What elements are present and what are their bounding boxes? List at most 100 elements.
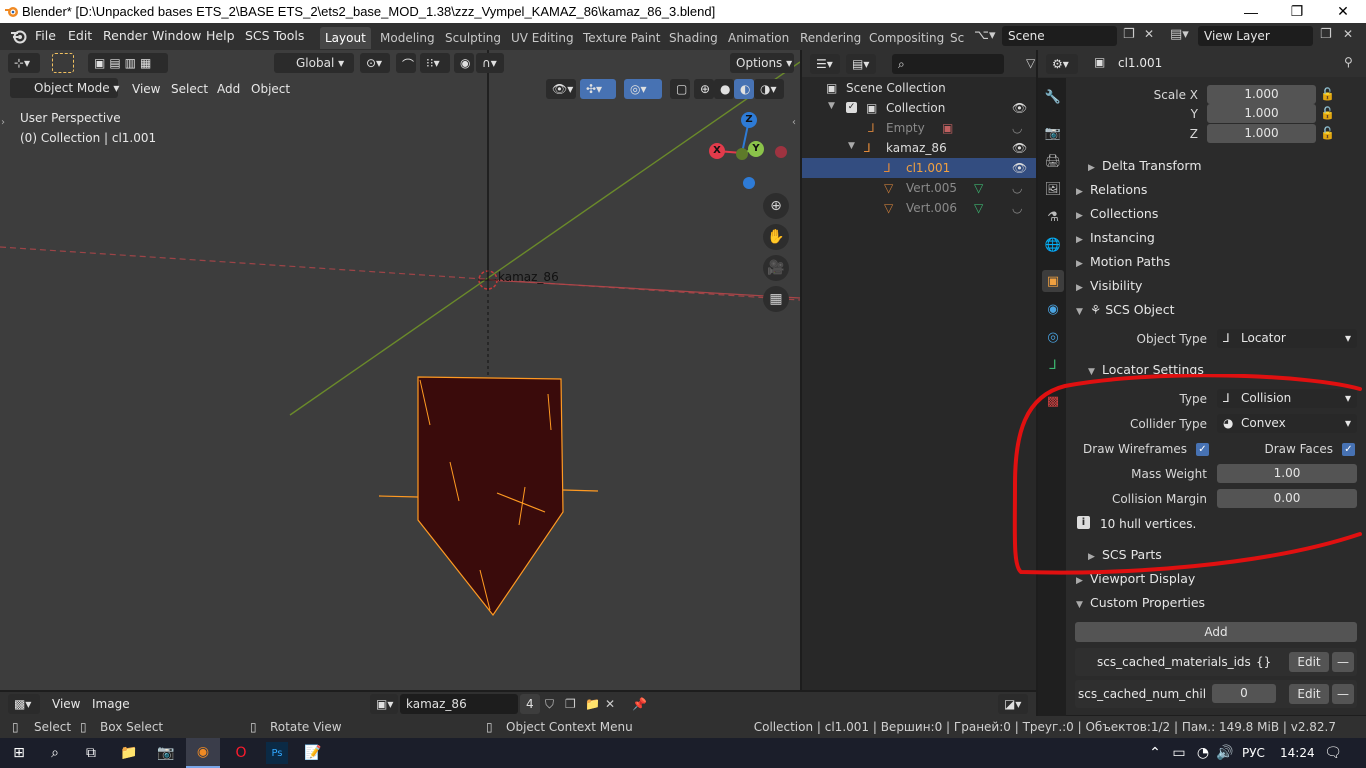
scene-field[interactable]: Scene <box>1002 26 1117 46</box>
tab-scripting[interactable]: Sc <box>945 27 969 49</box>
tab-modeling[interactable]: Modeling <box>375 27 440 49</box>
outliner-row-vert005[interactable]: ▽ Vert.005 ▽ ◡ <box>802 178 1036 198</box>
image-browse-icon[interactable]: ▣▾ <box>370 694 398 714</box>
lock-icon[interactable]: 🔓 <box>1320 106 1335 120</box>
properties-editor-type-button[interactable]: ⚙▾ <box>1046 54 1078 74</box>
scene-browse-icon[interactable]: ⌥▾ <box>974 28 996 43</box>
unlink-image-icon[interactable]: ✕ <box>605 697 615 711</box>
outliner-scene-collection[interactable]: ▣ Scene Collection <box>802 78 1036 98</box>
vp-menu-object[interactable]: Object <box>251 82 290 96</box>
battery-icon[interactable]: ▭ <box>1168 742 1190 764</box>
3d-viewport[interactable] <box>0 50 800 690</box>
scale-x-field[interactable]: 1.000 <box>1207 85 1316 104</box>
shading-wire-icon[interactable]: ⊕ <box>694 79 714 99</box>
section-custom-properties[interactable]: ▼ Custom Properties <box>1076 595 1205 610</box>
menu-edit[interactable]: Edit <box>68 28 92 43</box>
fake-user-shield-icon[interactable]: ⛉ <box>545 697 554 712</box>
constraint-tab-icon[interactable]: ⅃ <box>1042 354 1064 376</box>
image-menu-image[interactable]: Image <box>92 697 130 711</box>
search-icon[interactable]: ⌕ <box>44 742 66 764</box>
tab-shading[interactable]: Shading <box>664 27 723 49</box>
zoom-icon[interactable]: ⊕ <box>763 193 789 219</box>
eye-icon[interactable]: 👁 <box>1012 101 1027 115</box>
sidebar-toggle-icon[interactable]: ‹ <box>792 117 796 128</box>
menu-render[interactable]: Render <box>103 28 148 43</box>
checkbox-icon[interactable]: ✓ <box>846 102 857 113</box>
gizmo-x-axis[interactable]: X <box>709 143 725 159</box>
pin-icon[interactable]: 📌 <box>632 697 647 711</box>
eye-icon[interactable]: 👁 <box>1012 161 1027 175</box>
new-image-icon[interactable]: ❐ <box>565 697 576 711</box>
menu-help[interactable]: Help <box>206 28 235 43</box>
eye-closed-icon[interactable]: ◡ <box>1012 181 1022 195</box>
tab-sculpting[interactable]: Sculpting <box>440 27 506 49</box>
expand-arrow-icon[interactable]: ▼ <box>848 141 855 151</box>
falloff-dropdown[interactable]: ∩▾ <box>476 53 504 73</box>
view-layer-tab-icon[interactable]: 🖼 <box>1042 178 1064 200</box>
outliner-row-empty[interactable]: ⅃ Empty ▣ ◡ <box>802 118 1036 138</box>
output-tab-icon[interactable]: 🖨 <box>1042 150 1064 172</box>
clock[interactable]: 14:24 <box>1280 746 1315 760</box>
close-button[interactable]: ✕ <box>1320 0 1366 23</box>
opera-icon[interactable]: O <box>230 742 252 764</box>
volume-icon[interactable]: 🔊 <box>1214 742 1236 764</box>
remove-property-button[interactable]: — <box>1332 652 1354 672</box>
gizmo-y-axis[interactable]: Y <box>748 141 764 157</box>
outliner-row-cl1[interactable]: ⅃ cl1.001 👁 <box>802 158 1036 178</box>
gizmo-z-axis[interactable]: Z <box>741 112 757 128</box>
transform-orientation-dropdown[interactable]: Global ▾ <box>274 53 354 73</box>
section-relations[interactable]: ▶ Relations <box>1076 182 1147 197</box>
menu-scs-tools[interactable]: SCS Tools <box>245 28 304 43</box>
scene-close-icon[interactable]: ✕ <box>1144 27 1154 41</box>
pivot-point-dropdown[interactable]: ⊙▾ <box>360 53 390 73</box>
section-scs-object[interactable]: ▼ ⚘ SCS Object <box>1076 302 1174 317</box>
gizmo-toggle-icon[interactable]: ✣▾ <box>580 79 616 99</box>
proportional-edit-icon[interactable]: ◉ <box>454 53 474 73</box>
lock-icon[interactable]: 🔓 <box>1320 87 1335 101</box>
task-view-icon[interactable]: ⧉ <box>80 742 102 764</box>
toolbar-toggle-icon[interactable]: › <box>1 117 5 128</box>
snap-target-dropdown[interactable]: ⁝⁝▾ <box>420 53 450 73</box>
xray-toggle-icon[interactable]: ▢ <box>670 79 690 99</box>
editor-type-button[interactable]: ⊹▾ <box>8 53 40 73</box>
app-icon[interactable]: 📷 <box>155 742 177 764</box>
select-tool-button[interactable] <box>52 53 74 73</box>
blender-menu-icon[interactable] <box>10 28 27 44</box>
render-tab-icon[interactable]: 📷 <box>1042 122 1064 144</box>
modifier-tab-icon[interactable]: ◉ <box>1042 298 1064 320</box>
image-editor-type-button[interactable]: ▩▾ <box>8 694 40 714</box>
tray-chevron-icon[interactable]: ⌃ <box>1144 742 1166 764</box>
section-collections[interactable]: ▶ Collections <box>1076 206 1158 221</box>
menu-window[interactable]: Window <box>152 28 201 43</box>
file-explorer-icon[interactable]: 📁 <box>118 742 140 764</box>
snap-icon[interactable]: ⌒ <box>396 53 416 73</box>
section-instancing[interactable]: ▶ Instancing <box>1076 230 1155 245</box>
tab-animation[interactable]: Animation <box>723 27 794 49</box>
blender-taskbar-icon[interactable]: ◉ <box>186 738 220 768</box>
edit-property-button[interactable]: Edit <box>1289 652 1329 672</box>
wifi-icon[interactable]: ◔ <box>1192 742 1214 764</box>
image-display-mode-button[interactable]: ◪▾ <box>998 694 1028 714</box>
add-property-button[interactable]: Add <box>1075 622 1357 642</box>
shading-rendered-icon[interactable]: ◑▾ <box>754 79 784 99</box>
world-tab-icon[interactable]: 🌐 <box>1042 234 1064 256</box>
view-layer-close-icon[interactable]: ✕ <box>1343 27 1353 41</box>
eye-closed-icon[interactable]: ◡ <box>1012 201 1022 215</box>
maximize-button[interactable]: ❐ <box>1274 0 1320 23</box>
object-tab-icon[interactable]: ▣ <box>1042 270 1064 292</box>
object-type-dropdown[interactable]: Locator ▾ ⅃ <box>1217 329 1357 348</box>
edit-property-button[interactable]: Edit <box>1289 684 1329 704</box>
view-layer-new-icon[interactable]: ❐ <box>1320 27 1332 42</box>
options-dropdown[interactable]: Options ▾ <box>730 53 794 73</box>
navigation-gizmo[interactable]: Z Y X <box>700 108 796 194</box>
tab-uv-editing[interactable]: UV Editing <box>506 27 579 49</box>
image-menu-view[interactable]: View <box>52 697 80 711</box>
outliner-filter-icon[interactable]: ▽ <box>1026 56 1035 70</box>
physics-tab-icon[interactable]: ◎ <box>1042 326 1064 348</box>
custom-property-value-field[interactable]: 0 <box>1212 684 1276 703</box>
grid-toggle-icon[interactable]: ▦ <box>763 286 789 312</box>
outliner-search-input[interactable]: ⌕ <box>892 54 1004 74</box>
camera-icon[interactable]: 🎥 <box>763 255 789 281</box>
vp-menu-select[interactable]: Select <box>171 82 208 96</box>
notifications-icon[interactable]: 🗨 <box>1322 742 1344 764</box>
